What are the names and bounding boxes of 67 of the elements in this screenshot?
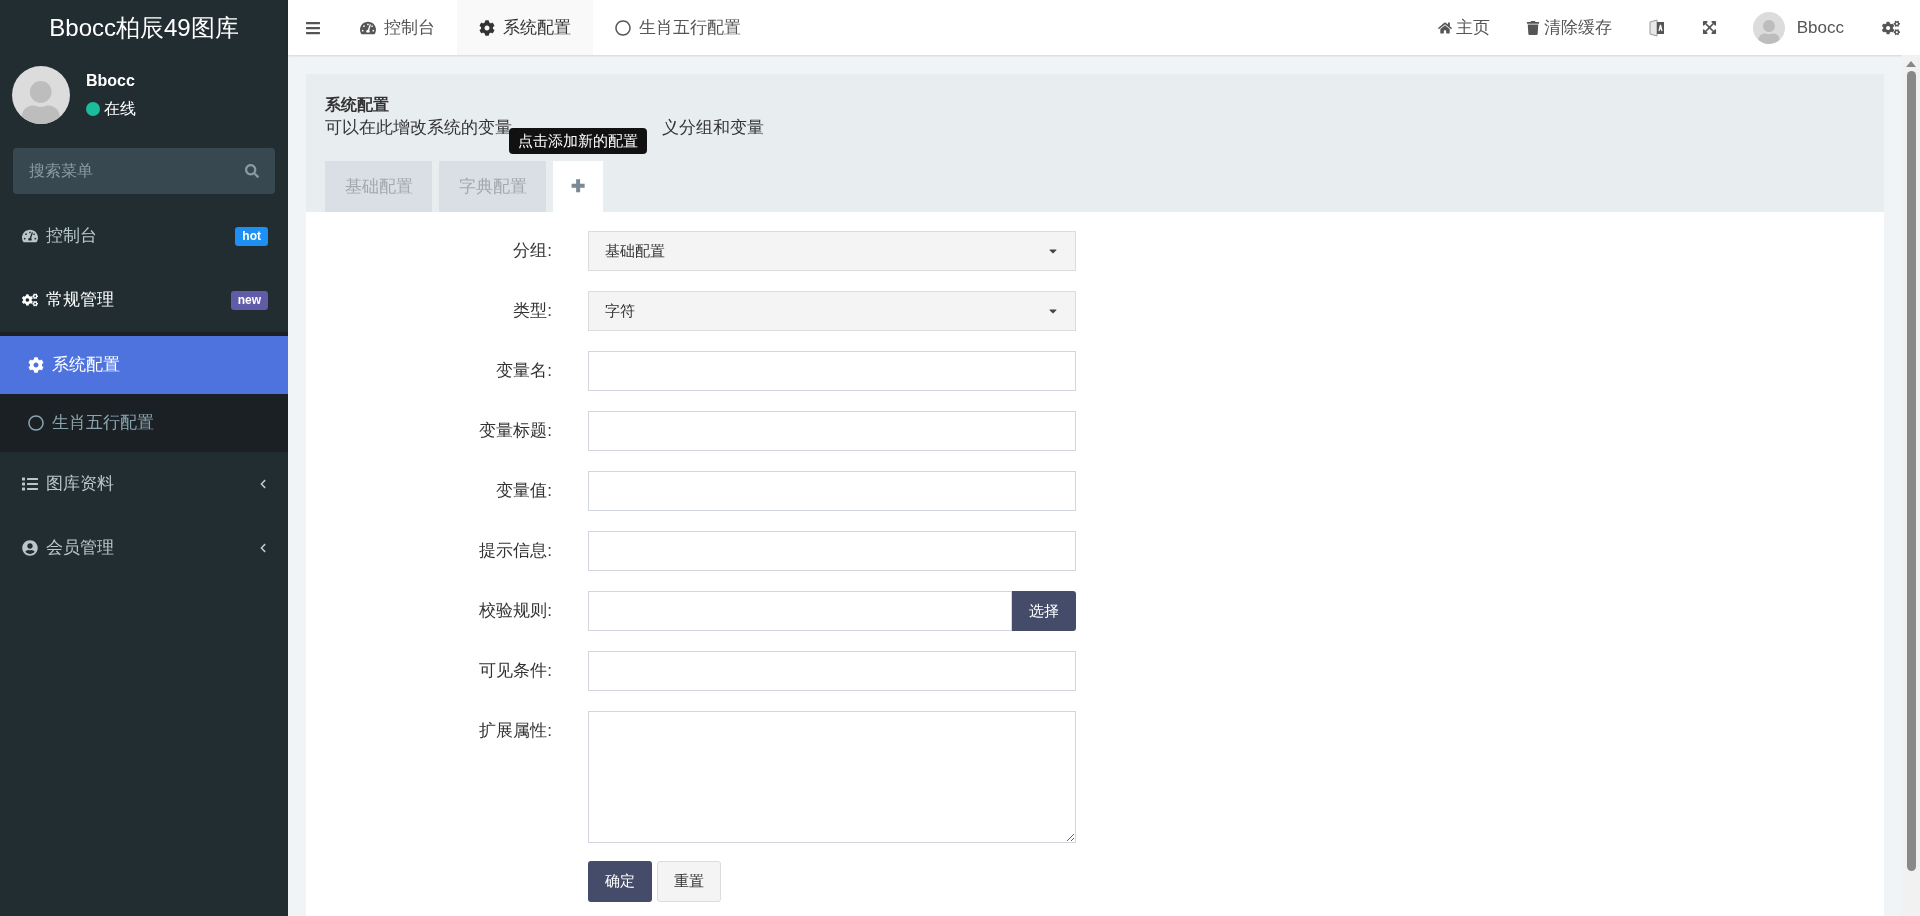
field-label: 提示信息: xyxy=(478,540,552,562)
nav-tab[interactable]: 生肖五行配置 xyxy=(593,0,763,55)
menu-item[interactable]: 系统配置 xyxy=(0,336,288,394)
field-label: 变量标题: xyxy=(478,420,552,442)
gears-icon xyxy=(22,292,38,308)
search-field[interactable]: 搜索菜单 xyxy=(13,148,275,194)
scrollbar[interactable] xyxy=(1902,55,1920,916)
choose-button[interactable]: 选择 xyxy=(1012,591,1076,631)
menu-item[interactable]: 常规管理 new xyxy=(0,268,288,332)
status-text: 在线 xyxy=(104,99,136,119)
field-label: 变量值: xyxy=(495,480,552,502)
field-label: 变量名: xyxy=(495,360,552,382)
gear-icon xyxy=(479,19,495,36)
menu-icon[interactable] xyxy=(305,19,321,36)
menu-item[interactable]: 图库资料 xyxy=(0,452,288,516)
menu-label: 控制台 xyxy=(46,225,98,248)
input-field[interactable] xyxy=(588,651,1076,691)
panel-title: 系统配置 xyxy=(325,95,390,115)
list-icon xyxy=(22,476,38,492)
avatar xyxy=(1752,11,1785,44)
menu-badge: hot xyxy=(235,226,268,246)
user-icon xyxy=(22,540,38,556)
tooltip: 点击添加新的配置 xyxy=(509,127,647,154)
input-field[interactable] xyxy=(588,351,1076,391)
menu-item[interactable]: 会员管理 xyxy=(0,516,288,580)
translate-icon[interactable] xyxy=(1647,18,1666,37)
user-menu[interactable]: Bbocc xyxy=(1734,11,1862,44)
field-label: 分组: xyxy=(512,240,552,262)
fullscreen-icon[interactable] xyxy=(1701,20,1717,35)
menu-label: 系统配置 xyxy=(52,354,121,377)
input-field[interactable] xyxy=(588,471,1076,511)
field-label: 可见条件: xyxy=(478,660,552,682)
nav-link[interactable]: 主页 xyxy=(1419,14,1508,41)
confirm-button[interactable]: 确定 xyxy=(588,861,652,902)
menu-label: 常规管理 xyxy=(46,289,115,312)
menu-label: 图库资料 xyxy=(46,473,115,496)
home-icon xyxy=(1437,20,1452,35)
input-field[interactable] xyxy=(588,591,1012,631)
menu-item[interactable]: 控制台 hot xyxy=(0,204,288,268)
avatar xyxy=(12,66,70,124)
trash-icon xyxy=(1525,20,1540,35)
dashboard-icon xyxy=(22,228,38,244)
nav-tab[interactable]: 控制台 xyxy=(338,0,457,55)
settings-icon[interactable] xyxy=(1882,18,1900,37)
panel-subtitle: 义分组和变量 xyxy=(662,117,764,139)
menu-item[interactable]: 生肖五行配置 xyxy=(0,394,288,452)
input-field[interactable] xyxy=(588,411,1076,451)
select-field[interactable]: 基础配置 xyxy=(588,231,1076,271)
menu-label: 会员管理 xyxy=(46,537,115,560)
reset-button[interactable]: 重置 xyxy=(657,861,721,902)
panel-subtitle: 可以在此增改系统的变量 xyxy=(325,117,512,139)
field-label: 扩展属性: xyxy=(478,720,552,742)
menu-badge: new xyxy=(230,290,268,310)
user-name: Bbocc xyxy=(86,71,136,91)
nav-tab[interactable]: 系统配置 xyxy=(457,0,593,55)
config-tab[interactable]: ✚ xyxy=(553,161,603,212)
field-label: 校验规则: xyxy=(478,600,552,622)
menu-label: 生肖五行配置 xyxy=(52,412,155,435)
select-field[interactable]: 字符 xyxy=(588,291,1076,331)
gear-icon xyxy=(28,357,44,373)
search-icon xyxy=(245,164,259,178)
logo-text: Bbocc柏辰49图库 xyxy=(49,12,239,43)
input-field[interactable] xyxy=(588,531,1076,571)
text-area[interactable] xyxy=(588,711,1076,843)
dashboard-icon xyxy=(360,19,376,36)
nav-link[interactable]: 清除缓存 xyxy=(1507,14,1630,41)
field-label: 类型: xyxy=(512,300,552,322)
